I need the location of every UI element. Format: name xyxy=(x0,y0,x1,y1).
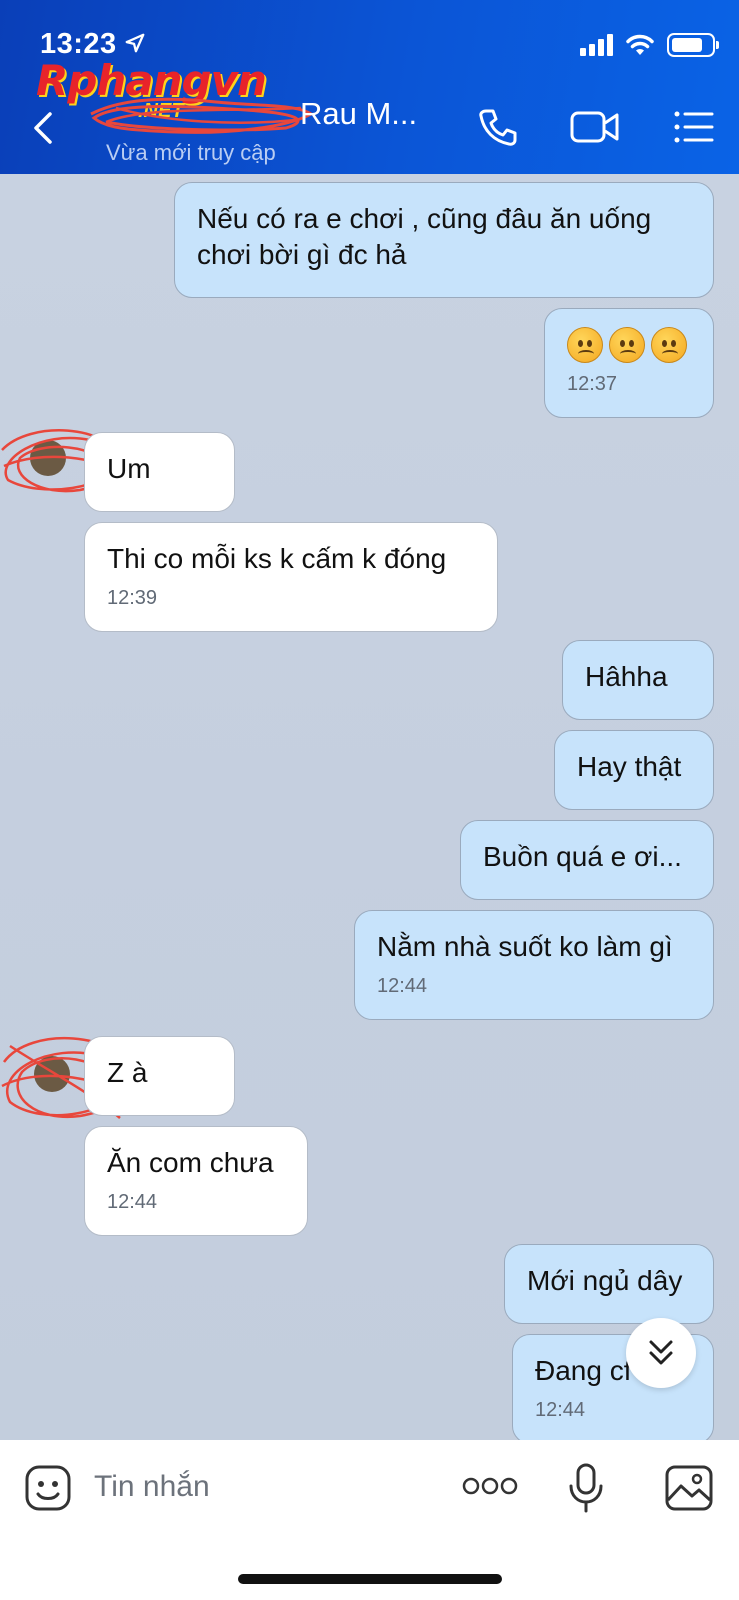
menu-list-icon[interactable] xyxy=(672,105,716,149)
message-text: Hâhha xyxy=(585,661,668,692)
redaction-scribble xyxy=(90,97,314,134)
contact-status: Vừa mới truy cập xyxy=(106,140,276,165)
message-bubble[interactable]: Nằm nhà suốt ko làm gì 12:44 xyxy=(354,910,714,1020)
message-bubble[interactable]: Ăn com chưa 12:44 xyxy=(84,1126,308,1236)
battery-icon xyxy=(667,33,719,57)
message-text: Hay thật xyxy=(577,751,682,782)
message-text: Mới ngủ dây xyxy=(527,1265,683,1296)
frowning-face-icon xyxy=(651,327,687,363)
double-chevron-down-icon xyxy=(649,1340,673,1365)
message-text: Nếu có ra e chơi , cũng đâu ăn uống chơi… xyxy=(197,203,652,270)
contact-name[interactable]: Rau M... xyxy=(300,96,417,132)
message-bubble[interactable]: Mới ngủ dây xyxy=(504,1244,714,1324)
message-bubble[interactable]: Z à xyxy=(84,1036,235,1116)
back-arrow-icon[interactable] xyxy=(28,108,58,148)
chat-header: 13:23 Rphangvn .NET Rau M... Vừa mới tru… xyxy=(0,0,739,174)
frowning-face-icon xyxy=(609,327,645,363)
message-list[interactable]: Nếu có ra e chơi , cũng đâu ăn uống chơi… xyxy=(0,174,739,1440)
message-text: Thi co mỗi ks k cấm k đóng xyxy=(107,543,447,574)
message-bubble[interactable]: Hay thật xyxy=(554,730,714,810)
message-input[interactable]: Tin nhắn xyxy=(94,1470,210,1504)
image-gallery-icon[interactable] xyxy=(664,1464,714,1512)
location-arrow-icon xyxy=(125,33,145,53)
cellular-signal-icon xyxy=(580,34,613,56)
message-bubble[interactable]: Nếu có ra e chơi , cũng đâu ăn uống chơi… xyxy=(174,182,714,298)
message-time: 12:44 xyxy=(107,1191,158,1213)
more-options-icon[interactable] xyxy=(462,1476,518,1496)
message-text: Ăn com chưa xyxy=(107,1147,274,1178)
message-text: Buồn quá e ơi... xyxy=(483,841,682,872)
message-text: Nằm nhà suốt ko làm gì xyxy=(377,931,673,962)
status-indicators xyxy=(580,30,719,60)
microphone-icon[interactable] xyxy=(566,1462,606,1514)
message-bubble[interactable]: Buồn quá e ơi... xyxy=(460,820,714,900)
message-time: 12:37 xyxy=(567,373,618,395)
wifi-icon xyxy=(626,34,654,55)
message-bubble[interactable]: 12:37 xyxy=(544,308,714,418)
message-time: 12:44 xyxy=(377,975,428,997)
message-time: 12:44 xyxy=(535,1399,586,1421)
message-time: 12:39 xyxy=(107,587,158,609)
sticker-emoji-icon[interactable] xyxy=(24,1464,72,1512)
message-text: Z à xyxy=(107,1057,148,1088)
message-text: Um xyxy=(107,453,151,484)
message-bubble[interactable]: Hâhha xyxy=(562,640,714,720)
video-call-icon[interactable] xyxy=(569,105,621,149)
emoji-row xyxy=(567,327,691,363)
scroll-to-bottom-button[interactable] xyxy=(626,1318,696,1388)
message-bubble[interactable]: Um xyxy=(84,432,235,512)
frowning-face-icon xyxy=(567,327,603,363)
message-bubble[interactable]: Thi co mỗi ks k cấm k đóng 12:39 xyxy=(84,522,498,632)
home-indicator[interactable] xyxy=(238,1574,502,1584)
phone-call-icon[interactable] xyxy=(476,105,520,149)
